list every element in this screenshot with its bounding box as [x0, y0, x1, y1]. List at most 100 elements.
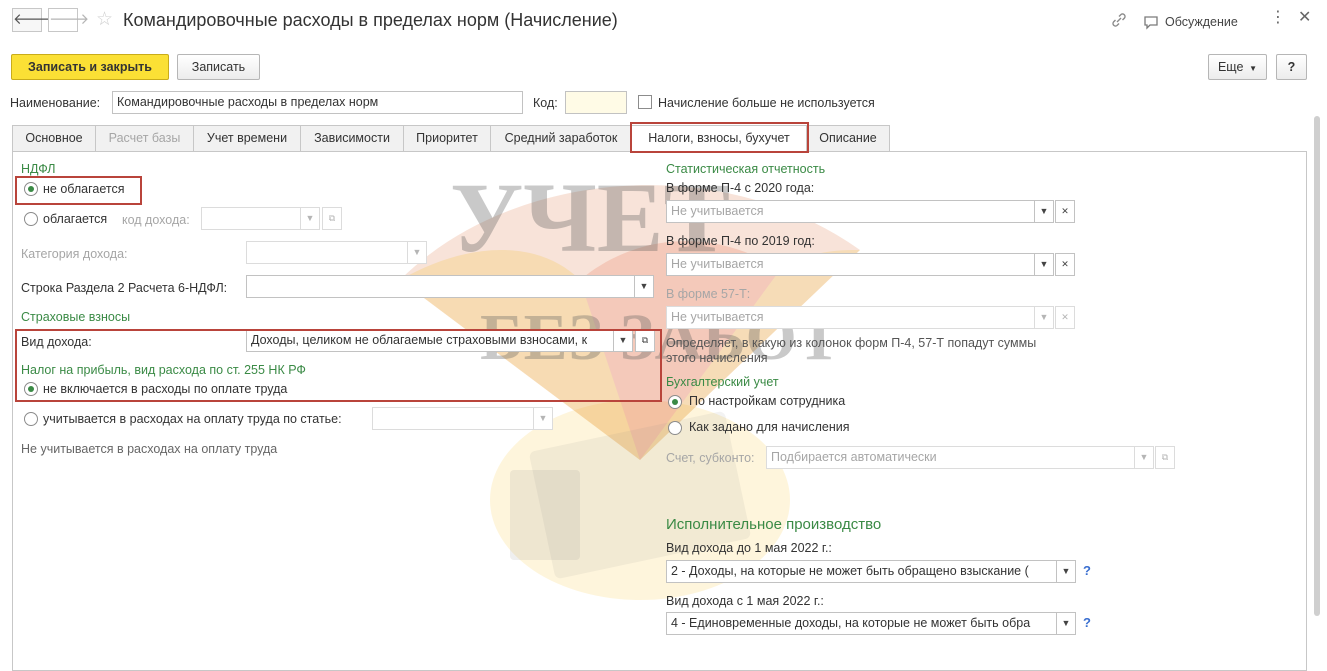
vertical-scrollbar[interactable] — [1311, 110, 1323, 655]
ndfl-taxed-radio[interactable] — [24, 212, 38, 226]
accounting-by-employee-radio[interactable] — [668, 395, 682, 409]
income-code-input[interactable] — [201, 207, 301, 230]
help-button[interactable]: ? — [1276, 54, 1307, 80]
enforcement-after-input[interactable]: 4 - Единовременные доходы, на которые не… — [666, 612, 1057, 635]
chevron-down-icon: ▼ — [305, 213, 315, 223]
ndfl-taxed-label: облагается — [43, 212, 108, 226]
chevron-down-icon: ▼ — [618, 335, 628, 345]
accounting-heading: Бухгалтерский учет — [666, 375, 779, 389]
tab-dependencies[interactable]: Зависимости — [300, 125, 404, 152]
tab-time-accounting[interactable]: Учет времени — [193, 125, 301, 152]
link-icon[interactable] — [1110, 11, 1128, 29]
tab-base-calculation[interactable]: Расчет базы — [95, 125, 194, 152]
more-actions-label: Еще — [1217, 60, 1244, 74]
enforcement-before-input[interactable]: 2 - Доходы, на которые не может быть обр… — [666, 560, 1057, 583]
f57t-dropdown[interactable]: ▼ — [1034, 306, 1054, 329]
clear-icon: ✕ — [1061, 259, 1069, 269]
income-category-dropdown[interactable]: ▼ — [407, 241, 427, 264]
chevron-down-icon: ▼ — [1039, 259, 1049, 269]
row-6ndfl-dropdown[interactable]: ▼ — [634, 275, 654, 298]
row-6ndfl-label: Строка Раздела 2 Расчета 6-НДФЛ: — [21, 281, 228, 295]
account-open-button[interactable]: ⧉ — [1155, 446, 1175, 469]
accounting-as-accrual-label: Как задано для начисления — [689, 420, 850, 434]
enforcement-after-dropdown[interactable]: ▼ — [1056, 612, 1076, 635]
forward-button[interactable]: 🡒 — [48, 8, 89, 32]
p4-2020-input[interactable]: Не учитывается — [666, 200, 1035, 223]
p4-2019-clear-button[interactable]: ✕ — [1055, 253, 1075, 276]
p4-2020-label: В форме П-4 с 2020 года: — [666, 181, 815, 195]
enforcement-after-help-icon[interactable]: ? — [1083, 615, 1091, 630]
star-icon[interactable]: ☆ — [96, 9, 113, 31]
profit-tax-not-included-label: не включается в расходы по оплате труда — [43, 382, 288, 396]
chevron-down-icon: ▼ — [412, 247, 422, 257]
name-input[interactable]: Командировочные расходы в пределах норм — [112, 91, 523, 114]
f57t-clear-button[interactable]: ✕ — [1055, 306, 1075, 329]
profit-tax-not-included-radio[interactable] — [24, 382, 38, 396]
code-input[interactable] — [565, 91, 627, 114]
chat-icon — [1144, 16, 1158, 30]
clear-icon: ✕ — [1061, 206, 1069, 216]
profit-tax-heading: Налог на прибыль, вид расхода по ст. 255… — [21, 363, 306, 377]
tab-description[interactable]: Описание — [806, 125, 890, 152]
row-6ndfl-input[interactable] — [246, 275, 635, 298]
p4-2019-input[interactable]: Не учитывается — [666, 253, 1035, 276]
chevron-down-icon: ▼ — [1246, 64, 1258, 73]
accounting-by-employee-label: По настройкам сотрудника — [689, 394, 846, 408]
income-category-label: Категория дохода: — [21, 247, 128, 261]
not-used-checkbox[interactable] — [638, 95, 652, 109]
p4-2020-clear-button[interactable]: ✕ — [1055, 200, 1075, 223]
scrollbar-thumb[interactable] — [1314, 116, 1320, 616]
save-button[interactable]: Записать — [177, 54, 260, 80]
close-icon[interactable]: ✕ — [1298, 10, 1311, 26]
insurance-income-type-dropdown[interactable]: ▼ — [613, 329, 633, 352]
insurance-income-type-input[interactable]: Доходы, целиком не облагаемые страховыми… — [246, 329, 614, 352]
chevron-down-icon: ▼ — [1039, 312, 1049, 322]
income-code-open-button[interactable]: ⧉ — [322, 207, 342, 230]
p4-2019-dropdown[interactable]: ▼ — [1034, 253, 1054, 276]
chevron-down-icon: ▼ — [639, 281, 649, 291]
insurance-heading: Страховые взносы — [21, 310, 131, 324]
back-button[interactable]: 🡐 — [12, 8, 53, 32]
f57t-label: В форме 57-Т: — [666, 287, 751, 301]
accounting-as-accrual-radio[interactable] — [668, 421, 682, 435]
enforcement-before-dropdown[interactable]: ▼ — [1056, 560, 1076, 583]
code-label: Код: — [533, 96, 558, 110]
ndfl-not-taxed-label: не облагается — [43, 182, 125, 196]
more-vertical-icon[interactable]: ⋮ — [1270, 10, 1286, 26]
account-input[interactable]: Подбирается автоматически — [766, 446, 1135, 469]
open-icon: ⧉ — [328, 213, 336, 223]
income-code-dropdown[interactable]: ▼ — [300, 207, 320, 230]
chevron-down-icon: ▼ — [538, 413, 548, 423]
discussion-label: Обсуждение — [1165, 15, 1238, 29]
arrow-right-icon: 🡒 — [49, 11, 90, 28]
statistics-note-line2: этого начисления — [666, 351, 768, 365]
profit-tax-article-dropdown[interactable]: ▼ — [533, 407, 553, 430]
tab-average-earnings[interactable]: Средний заработок — [490, 125, 632, 152]
save-and-close-button[interactable]: Записать и закрыть — [11, 54, 169, 80]
ndfl-not-taxed-radio[interactable] — [24, 182, 38, 196]
f57t-input[interactable]: Не учитывается — [666, 306, 1035, 329]
tab-main[interactable]: Основное — [12, 125, 96, 152]
profit-tax-note: Не учитывается в расходах на оплату труд… — [21, 442, 278, 456]
profit-tax-included-radio[interactable] — [24, 412, 38, 426]
chevron-down-icon: ▼ — [1139, 452, 1149, 462]
account-label: Счет, субконто: — [666, 451, 755, 465]
tab-priority[interactable]: Приоритет — [403, 125, 491, 152]
name-label: Наименование: — [10, 96, 101, 110]
open-icon: ⧉ — [1161, 452, 1169, 462]
p4-2020-dropdown[interactable]: ▼ — [1034, 200, 1054, 223]
p4-2019-label: В форме П-4 по 2019 год: — [666, 234, 815, 248]
profit-tax-article-input[interactable] — [372, 407, 534, 430]
ndfl-heading: НДФЛ — [21, 162, 56, 176]
statistics-note-line1: Определяет, в какую из колонок форм П-4,… — [666, 336, 1037, 350]
not-used-label: Начисление больше не используется — [658, 96, 875, 110]
more-actions-button[interactable]: Еще ▼ — [1208, 54, 1267, 80]
enforcement-after-label: Вид дохода с 1 мая 2022 г.: — [666, 594, 824, 608]
insurance-income-type-open-button[interactable]: ⧉ — [635, 329, 655, 352]
account-dropdown[interactable]: ▼ — [1134, 446, 1154, 469]
income-category-input[interactable] — [246, 241, 408, 264]
tab-taxes[interactable]: Налоги, взносы, бухучет — [631, 125, 807, 153]
enforcement-before-label: Вид дохода до 1 мая 2022 г.: — [666, 541, 832, 555]
enforcement-before-help-icon[interactable]: ? — [1083, 563, 1091, 578]
profit-tax-included-label: учитывается в расходах на оплату труда п… — [43, 412, 342, 426]
